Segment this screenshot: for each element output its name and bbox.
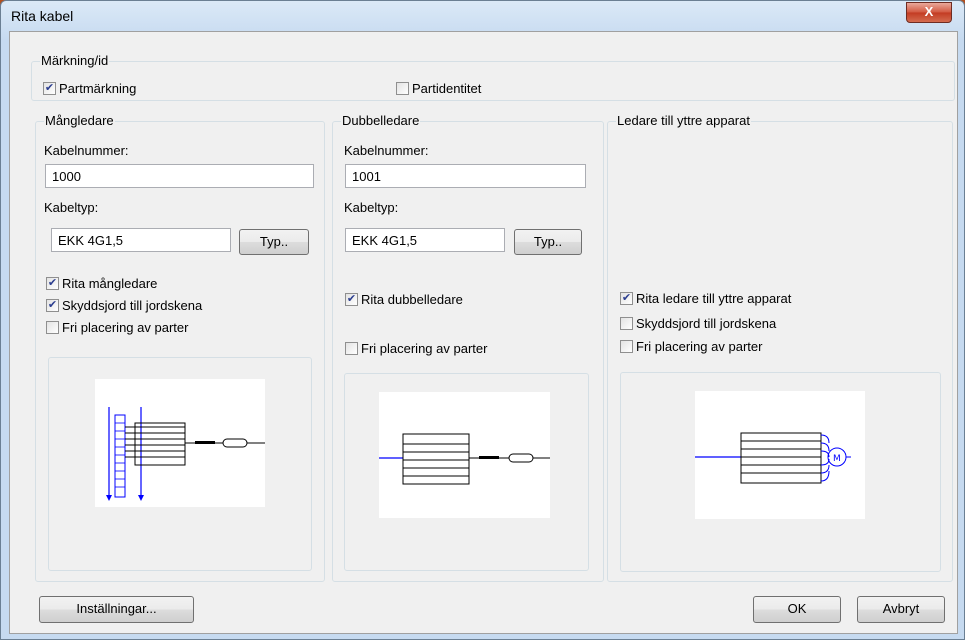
double-cable-preview-image (379, 392, 550, 518)
multi-cable-number-input[interactable]: 1000 (45, 164, 314, 188)
multi-cable-type-input[interactable]: EKK 4G1,5 (51, 228, 231, 252)
multi-earth-label: Skyddsjord till jordskena (62, 298, 203, 313)
draw-double-checkbox[interactable]: Rita dubbelledare (345, 292, 463, 307)
draw-double-label: Rita dubbelledare (361, 292, 463, 307)
multi-type-button[interactable]: Typ.. (239, 229, 309, 255)
draw-multi-check[interactable] (46, 277, 59, 290)
close-icon: X (924, 4, 934, 19)
external-preview-frame: M (620, 372, 941, 572)
external-free-check[interactable] (620, 340, 633, 353)
multi-free-check[interactable] (46, 321, 59, 334)
external-device-group: Ledare till yttre apparat Rita ledare ti… (607, 113, 953, 582)
external-device-preview-image: M (695, 391, 865, 519)
multi-free-label: Fri placering av parter (62, 320, 189, 335)
double-cable-number-label: Kabelnummer: (344, 143, 429, 158)
multi-earth-check[interactable] (46, 299, 59, 312)
part-identity-checkbox[interactable]: Partidentitet (396, 81, 481, 96)
part-marking-checkbox[interactable]: Partmärkning (43, 81, 136, 96)
double-free-placement-checkbox[interactable]: Fri placering av parter (345, 341, 487, 356)
multi-cable-type-label: Kabeltyp: (44, 200, 99, 215)
external-free-label: Fri placering av parter (636, 339, 763, 354)
external-earth-label: Skyddsjord till jordskena (636, 316, 777, 331)
external-free-placement-checkbox[interactable]: Fri placering av parter (620, 339, 762, 354)
part-identity-check[interactable] (396, 82, 409, 95)
cancel-button[interactable]: Avbryt (857, 596, 945, 623)
multi-earth-checkbox[interactable]: Skyddsjord till jordskena (46, 298, 202, 313)
double-type-button[interactable]: Typ.. (514, 229, 582, 255)
marking-group: Märkning/id Partmärkning Partidentitet (31, 53, 955, 101)
multi-cable-preview-image (95, 379, 265, 507)
draw-multi-checkbox[interactable]: Rita mångledare (46, 276, 157, 291)
part-marking-check[interactable] (43, 82, 56, 95)
dialog-window: Rita kabel X Märkning/id Partmärkning Pa… (0, 0, 965, 640)
multi-cable-number-label: Kabelnummer: (44, 143, 129, 158)
draw-multi-label: Rita mångledare (62, 276, 158, 291)
settings-button[interactable]: Inställningar... (39, 596, 194, 623)
marking-legend: Märkning/id (40, 53, 110, 68)
window-title: Rita kabel (11, 8, 74, 24)
multi-preview-frame (48, 357, 312, 571)
double-cable-type-label: Kabeltyp: (344, 200, 399, 215)
title-bar[interactable]: Rita kabel X (1, 1, 964, 31)
draw-external-label: Rita ledare till yttre apparat (636, 291, 792, 306)
part-identity-label: Partidentitet (412, 81, 482, 96)
external-legend: Ledare till yttre apparat (616, 113, 751, 128)
double-conductor-group: Dubbelledare Kabelnummer: 1001 Kabeltyp:… (332, 113, 604, 582)
close-button[interactable]: X (906, 2, 952, 23)
draw-external-check[interactable] (620, 292, 633, 305)
double-cable-type-input[interactable]: EKK 4G1,5 (345, 228, 505, 252)
double-legend: Dubbelledare (341, 113, 421, 128)
external-earth-checkbox[interactable]: Skyddsjord till jordskena (620, 316, 776, 331)
multi-free-placement-checkbox[interactable]: Fri placering av parter (46, 320, 188, 335)
double-free-check[interactable] (345, 342, 358, 355)
dialog-body: Märkning/id Partmärkning Partidentitet M… (9, 31, 958, 634)
double-cable-number-input[interactable]: 1001 (345, 164, 586, 188)
part-marking-label: Partmärkning (59, 81, 137, 96)
draw-double-check[interactable] (345, 293, 358, 306)
double-preview-frame (344, 373, 589, 571)
multi-legend: Mångledare (44, 113, 115, 128)
double-free-label: Fri placering av parter (361, 341, 488, 356)
external-earth-check[interactable] (620, 317, 633, 330)
svg-text:M: M (833, 454, 841, 464)
draw-external-checkbox[interactable]: Rita ledare till yttre apparat (620, 291, 791, 306)
ok-button[interactable]: OK (753, 596, 841, 623)
multi-conductor-group: Mångledare Kabelnummer: 1000 Kabeltyp: E… (35, 113, 325, 582)
